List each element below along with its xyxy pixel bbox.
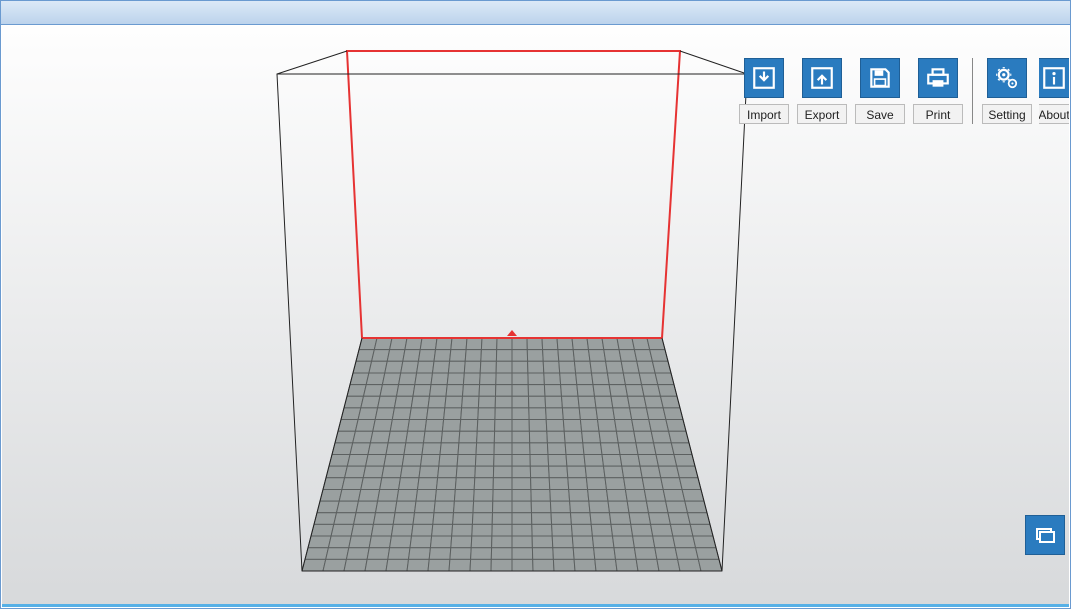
print-icon [918, 58, 958, 98]
save-button[interactable]: Save [854, 58, 906, 124]
import-label: Import [739, 104, 789, 124]
export-label: Export [797, 104, 847, 124]
about-label: About [1039, 104, 1069, 124]
status-bar [2, 604, 1069, 607]
view-mode-button[interactable] [1025, 515, 1065, 555]
setting-label: Setting [982, 104, 1032, 124]
import-icon [744, 58, 784, 98]
about-button[interactable]: About [1039, 58, 1069, 124]
window-titlebar[interactable] [1, 1, 1070, 25]
print-button[interactable]: Print [912, 58, 964, 124]
info-icon [1039, 58, 1069, 98]
save-icon [860, 58, 900, 98]
window-frame: Import Export Save Print [0, 0, 1071, 609]
import-button[interactable]: Import [738, 58, 790, 124]
gear-icon [987, 58, 1027, 98]
export-button[interactable]: Export [796, 58, 848, 124]
main-toolbar: Import Export Save Print [738, 58, 1069, 124]
layers-icon [1033, 523, 1057, 547]
export-icon [802, 58, 842, 98]
setting-button[interactable]: Setting [981, 58, 1033, 124]
client-area: Import Export Save Print [2, 26, 1069, 607]
print-label: Print [913, 104, 963, 124]
save-label: Save [855, 104, 905, 124]
toolbar-divider [972, 58, 973, 124]
